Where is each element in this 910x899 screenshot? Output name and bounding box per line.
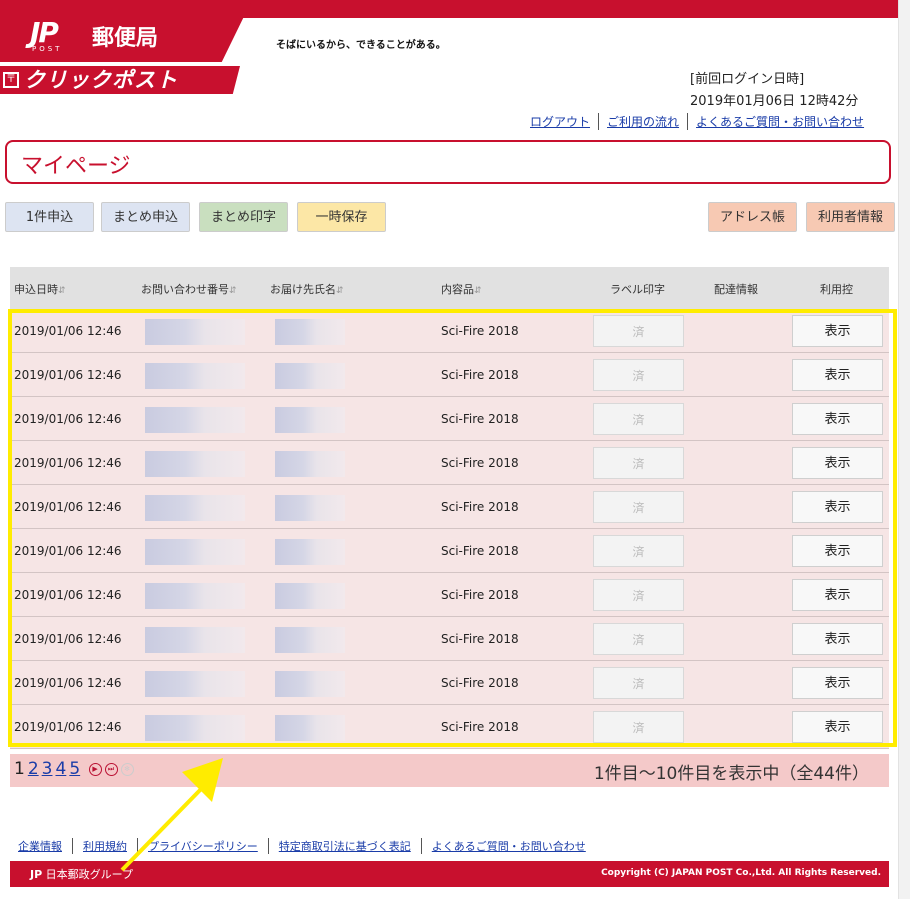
annotation-arrow — [120, 758, 223, 872]
vertical-scrollbar[interactable] — [898, 0, 910, 899]
